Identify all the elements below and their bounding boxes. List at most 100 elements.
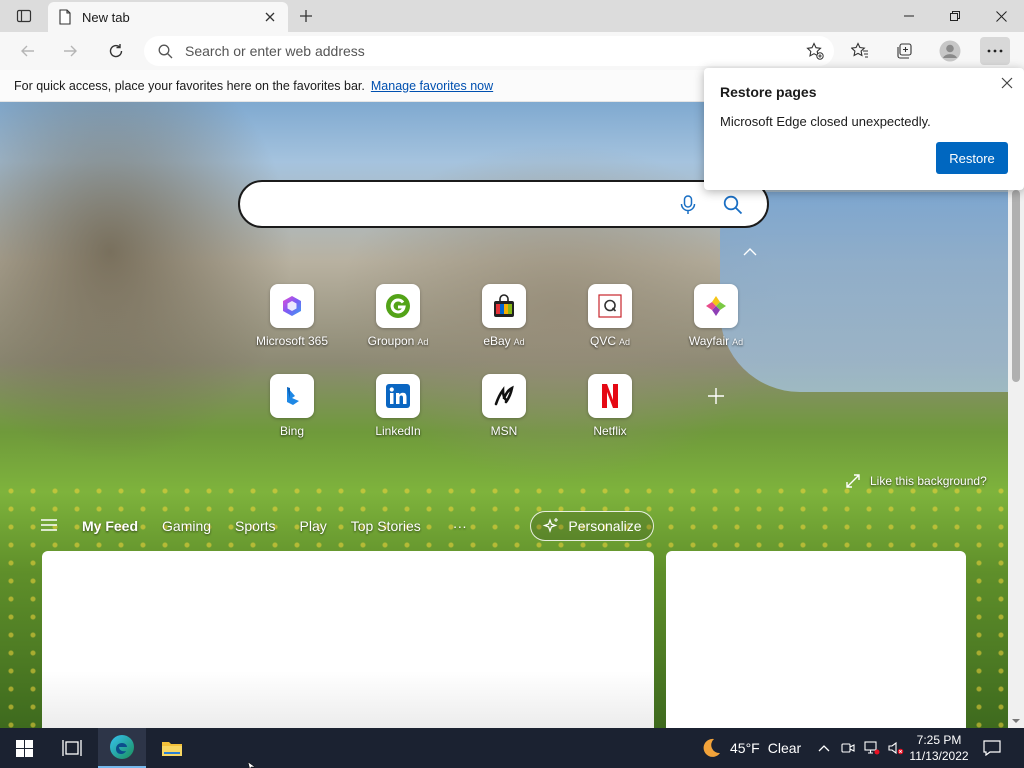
add-favorite-button[interactable] <box>804 40 826 62</box>
scroll-down-icon[interactable] <box>1011 716 1021 726</box>
voice-search-button[interactable] <box>676 193 700 217</box>
like-background-button[interactable]: Like this background? <box>846 474 987 488</box>
maximize-icon <box>950 11 960 21</box>
expand-icon <box>846 474 860 488</box>
meet-now-button[interactable] <box>838 728 858 768</box>
close-window-button[interactable] <box>978 0 1024 32</box>
tile-label: LinkedIn <box>375 424 421 438</box>
address-bar[interactable] <box>144 36 834 66</box>
quick-link-ebay[interactable]: eBay Ad <box>461 284 547 348</box>
clock[interactable]: 7:25 PM 11/13/2022 <box>906 732 972 764</box>
window-controls <box>886 0 1024 32</box>
clock-date: 11/13/2022 <box>909 749 969 763</box>
linkedin-icon <box>386 384 410 408</box>
start-button[interactable] <box>0 728 48 768</box>
favorites-bar-text: For quick access, place your favorites h… <box>14 78 365 93</box>
feed-menu-button[interactable] <box>40 518 58 535</box>
favorites-button[interactable] <box>846 37 874 65</box>
tile-label: Groupon <box>367 334 415 348</box>
quick-link-msn[interactable]: MSN <box>461 374 547 438</box>
restore-pages-popup: Restore pages Microsoft Edge closed unex… <box>704 68 1024 190</box>
background-sky <box>720 192 1008 392</box>
taskbar-file-explorer[interactable] <box>148 728 196 768</box>
search-submit-button[interactable] <box>721 193 745 217</box>
folder-icon <box>162 742 182 756</box>
feed-card-side[interactable] <box>666 551 966 728</box>
quick-link-qvc[interactable]: QVC Ad <box>567 284 653 348</box>
maximize-button[interactable] <box>932 0 978 32</box>
clock-time: 7:25 PM <box>916 733 962 747</box>
feed-card-main[interactable] <box>42 551 654 728</box>
favorites-icon <box>851 42 868 58</box>
ebay-icon <box>494 294 514 317</box>
refresh-icon <box>109 44 123 58</box>
tab-actions-icon[interactable] <box>8 6 40 26</box>
feed-nav: My Feed Gaming Sports Play Top Stories ·… <box>40 510 491 542</box>
feed-tab-gaming[interactable]: Gaming <box>162 518 211 534</box>
feed-tab-top-stories[interactable]: Top Stories <box>351 518 421 534</box>
microsoft-365-icon <box>283 296 301 316</box>
quick-link-groupon[interactable]: Groupon Ad <box>355 284 441 348</box>
ad-badge: Ad <box>513 337 525 347</box>
restore-button[interactable]: Restore <box>936 142 1008 174</box>
settings-more-button[interactable] <box>980 37 1010 65</box>
bing-icon <box>287 387 299 405</box>
popup-title: Restore pages <box>720 84 817 100</box>
minimize-button[interactable] <box>886 0 932 32</box>
feed-tab-play[interactable]: Play <box>300 518 327 534</box>
close-icon[interactable] <box>262 9 278 25</box>
like-background-text: Like this background? <box>870 474 987 488</box>
page-icon <box>59 9 71 25</box>
scroll-thumb[interactable] <box>1012 190 1020 382</box>
groupon-icon <box>386 294 410 318</box>
manage-favorites-link[interactable]: Manage favorites now <box>371 79 493 93</box>
add-quick-link-button[interactable] <box>673 374 759 418</box>
back-button[interactable] <box>14 37 42 65</box>
weather-widget[interactable]: 45°F Clear <box>700 728 801 768</box>
search-icon <box>723 195 743 215</box>
feed-tab-sports[interactable]: Sports <box>235 518 275 534</box>
camera-icon <box>841 743 855 753</box>
taskbar-edge[interactable] <box>98 728 146 768</box>
menu-icon <box>41 518 57 531</box>
popup-close-button[interactable] <box>998 74 1016 92</box>
new-tab-page: Microsoft 365 Groupon Ad eBay Ad QVC Ad Way… <box>0 102 1008 728</box>
notification-center-button[interactable] <box>980 728 1004 768</box>
forward-icon <box>64 45 77 57</box>
web-search-input[interactable] <box>260 192 660 216</box>
profile-button[interactable] <box>936 37 964 65</box>
volume-button[interactable] <box>886 728 906 768</box>
new-tab-button[interactable] <box>294 4 318 28</box>
personalize-label: Personalize <box>568 518 642 534</box>
tile-label: Netflix <box>593 424 627 438</box>
collapse-quick-links-button[interactable] <box>740 244 760 260</box>
quick-link-microsoft-365[interactable]: Microsoft 365 <box>249 284 335 348</box>
refresh-button[interactable] <box>102 37 130 65</box>
tab-new-tab[interactable]: New tab <box>48 2 288 32</box>
page-scrollbar[interactable] <box>1008 102 1024 728</box>
forward-button[interactable] <box>56 37 84 65</box>
task-view-button[interactable] <box>48 728 96 768</box>
show-hidden-icons-button[interactable] <box>814 728 834 768</box>
plus-icon <box>708 388 724 404</box>
chevron-up-icon <box>818 745 830 752</box>
collections-button[interactable] <box>891 37 919 65</box>
tile-label: Microsoft 365 <box>255 334 329 348</box>
network-button[interactable] <box>862 728 882 768</box>
feed-more-button[interactable]: ··· <box>453 518 467 534</box>
quick-link-netflix[interactable]: Netflix <box>567 374 653 438</box>
collections-icon <box>897 43 912 59</box>
netflix-icon <box>602 384 618 408</box>
quick-link-linkedin[interactable]: LinkedIn <box>355 374 441 438</box>
plus-icon <box>300 10 312 22</box>
windows-icon <box>15 739 33 757</box>
feed-tab-my-feed[interactable]: My Feed <box>82 518 138 534</box>
close-icon <box>995 10 1007 22</box>
tab-strip: New tab <box>0 0 1024 32</box>
web-search-box[interactable] <box>238 180 769 228</box>
personalize-button[interactable]: Personalize <box>530 511 654 541</box>
popup-message: Microsoft Edge closed unexpectedly. <box>720 114 931 129</box>
quick-link-bing[interactable]: Bing <box>249 374 335 438</box>
address-input[interactable] <box>185 43 745 59</box>
quick-link-wayfair[interactable]: Wayfair Ad <box>673 284 759 348</box>
